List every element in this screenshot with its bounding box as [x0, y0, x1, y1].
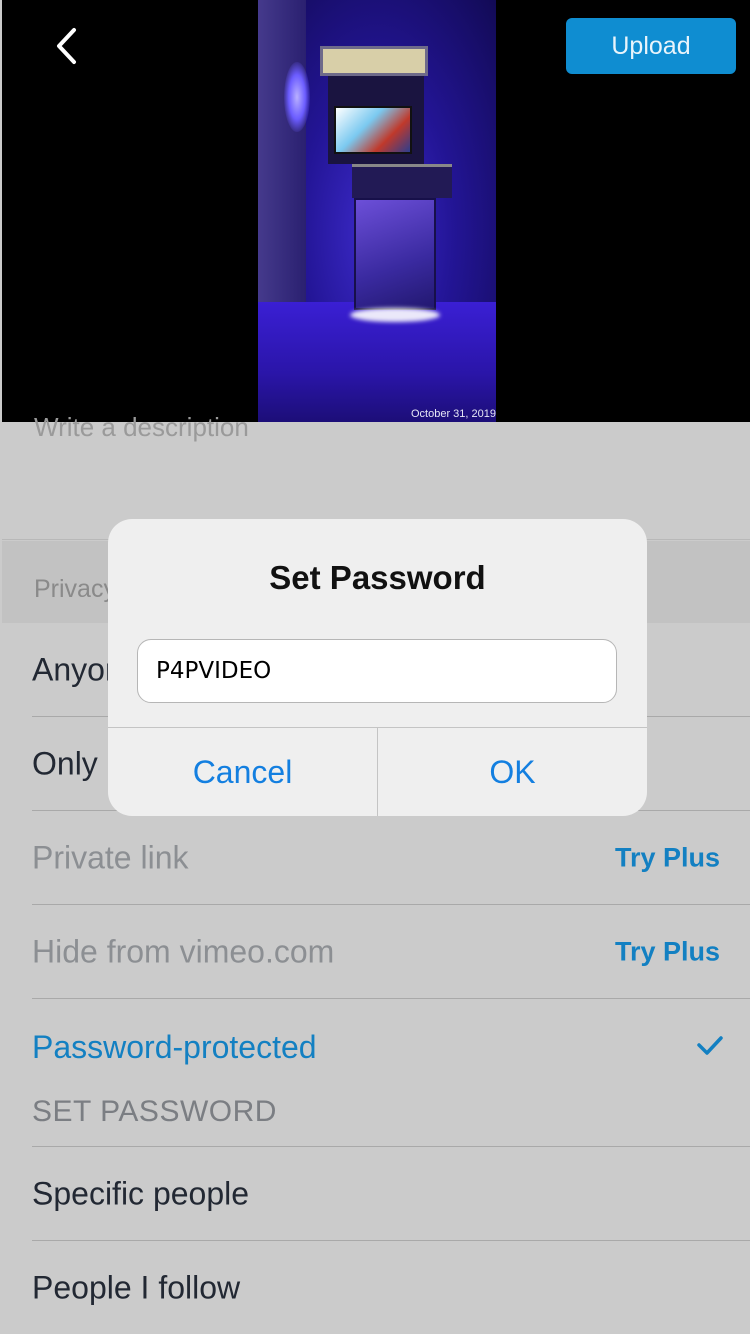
video-thumbnail: October 31, 2019 [258, 0, 496, 422]
description-placeholder: Write a description [34, 412, 249, 442]
privacy-option-label: Hide from vimeo.com [32, 933, 335, 969]
try-plus-link[interactable]: Try Plus [615, 936, 720, 967]
privacy-option-specific-people[interactable]: Specific people [32, 1147, 750, 1241]
dialog-actions: Cancel OK [108, 727, 647, 816]
arcade-glow [350, 308, 440, 322]
dialog-title: Set Password [269, 559, 486, 596]
upload-button[interactable]: Upload [566, 18, 736, 74]
privacy-option-private-link[interactable]: Private link Try Plus [32, 811, 750, 905]
video-preview: October 31, 2019 Upload [2, 0, 750, 422]
privacy-option-label: Password-protected [32, 1029, 317, 1065]
password-input[interactable] [137, 639, 617, 703]
thumbnail-date: October 31, 2019 [410, 408, 496, 420]
privacy-option-label: Specific people [32, 1175, 250, 1211]
cancel-button[interactable]: Cancel [108, 728, 377, 816]
privacy-option-people-i-follow[interactable]: People I follow [32, 1241, 750, 1334]
privacy-option-hide-from-vimeo[interactable]: Hide from vimeo.com Try Plus [32, 905, 750, 999]
privacy-option-password-protected[interactable]: Password-protected SET PASSWORD [32, 999, 750, 1147]
privacy-option-label: Private link [32, 839, 189, 875]
arcade-marquee [320, 46, 428, 76]
thumbnail-wall [258, 0, 306, 310]
checkmark-icon [697, 1036, 723, 1055]
arcade-artwork [354, 198, 436, 310]
chevron-left-icon [57, 28, 76, 64]
arcade-control-panel [352, 164, 452, 198]
arcade-screen [334, 106, 412, 154]
set-password-dialog: Set Password Cancel OK [108, 519, 647, 816]
back-button[interactable] [42, 22, 90, 70]
set-password-link[interactable]: SET PASSWORD [32, 1095, 277, 1129]
privacy-header-label: Privacy [34, 575, 116, 603]
privacy-option-label: People I follow [32, 1269, 241, 1305]
try-plus-link[interactable]: Try Plus [615, 842, 720, 873]
ok-button[interactable]: OK [377, 728, 647, 816]
thumbnail-light [284, 62, 310, 132]
